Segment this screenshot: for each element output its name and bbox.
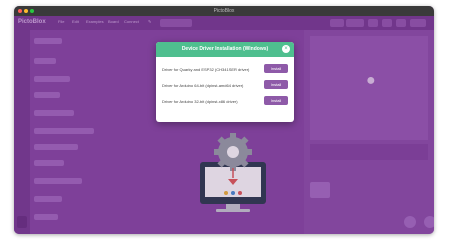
- driver-install-dialog: Device Driver Installation (Windows) × D…: [156, 42, 294, 122]
- title-bar: PictoBlox: [14, 6, 434, 16]
- driver-label: Driver for Arduino 64-bit (dpinst-amd64 …: [162, 83, 244, 88]
- driver-label: Driver for Arduino 32-bit (dpinst-x86 dr…: [162, 99, 238, 104]
- minimize-window-button[interactable]: [24, 9, 28, 13]
- install-arduino-64-button[interactable]: Install: [264, 80, 288, 89]
- driver-row-arduino-64: Driver for Arduino 64-bit (dpinst-amd64 …: [156, 78, 294, 94]
- close-icon[interactable]: ×: [282, 45, 290, 53]
- dialog-title: Device Driver Installation (Windows): [181, 46, 269, 52]
- close-window-button[interactable]: [18, 9, 22, 13]
- driver-row-quarky: Driver for Quarky and ESP32 (CH341SER dr…: [156, 62, 294, 78]
- install-quarky-button[interactable]: Install: [264, 64, 288, 73]
- zoom-window-button[interactable]: [30, 9, 34, 13]
- dialog-header: Device Driver Installation (Windows) ×: [156, 42, 294, 57]
- driver-label: Driver for Quarky and ESP32 (CH341SER dr…: [162, 67, 250, 72]
- window-title: PictoBlox: [213, 8, 235, 14]
- install-arduino-32-button[interactable]: Install: [264, 96, 288, 105]
- driver-row-arduino-32: Driver for Arduino 32-bit (dpinst-x86 dr…: [156, 94, 294, 110]
